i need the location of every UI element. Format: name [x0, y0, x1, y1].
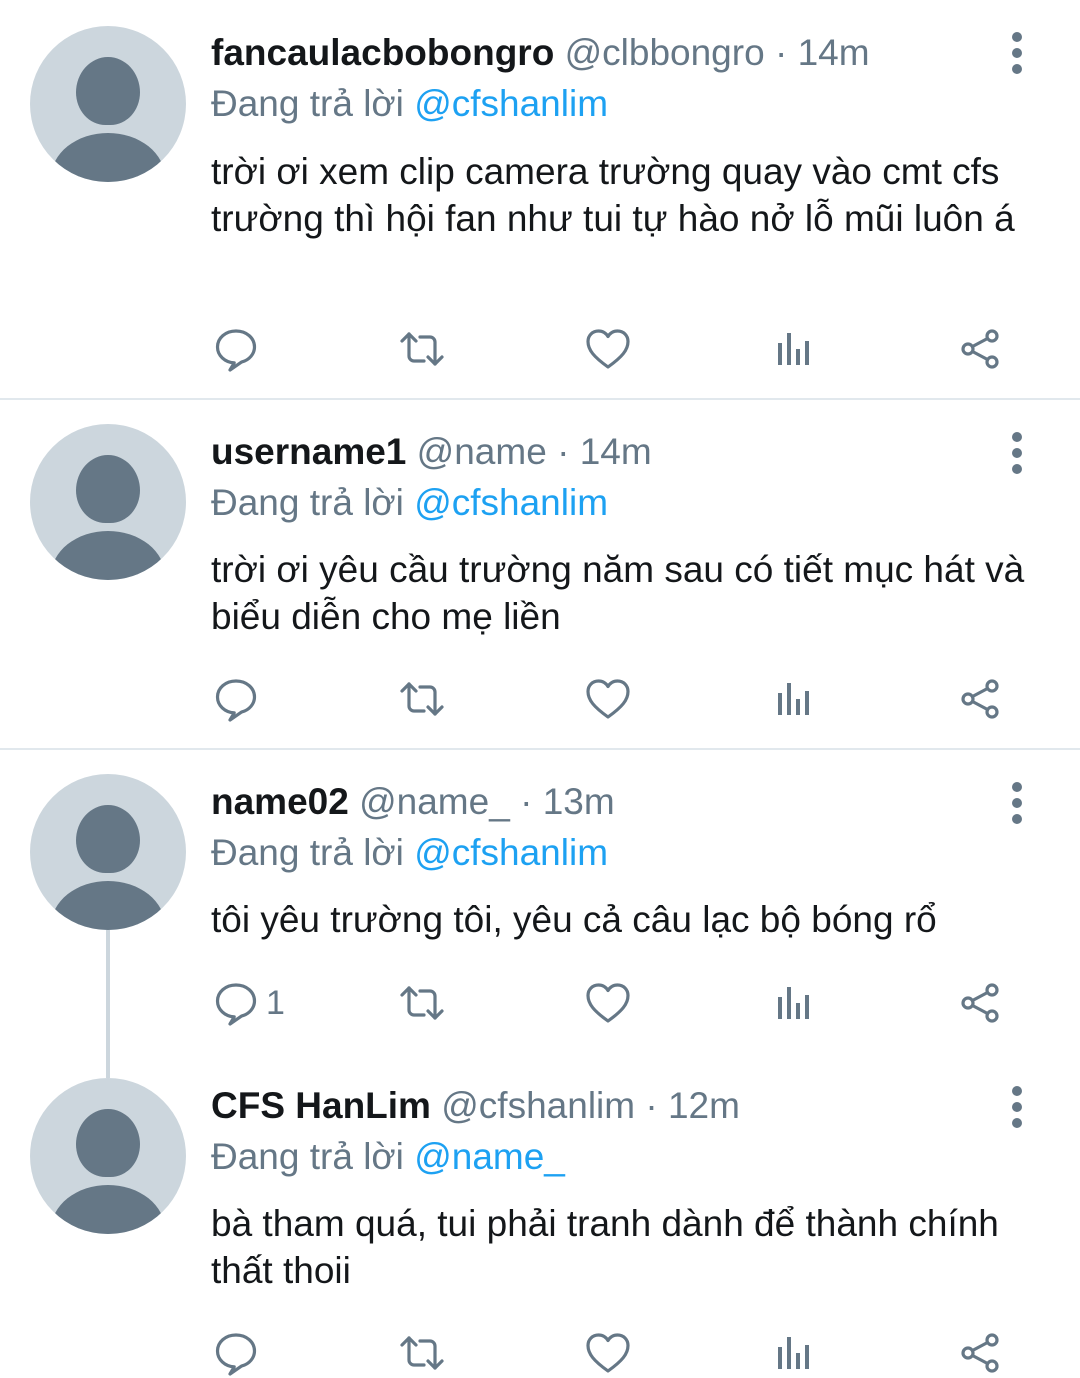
avatar[interactable]	[30, 774, 186, 930]
share-icon	[956, 675, 1004, 723]
like-button[interactable]	[584, 978, 632, 1028]
display-name[interactable]: fancaulacbobongro	[211, 32, 554, 73]
share-icon	[956, 1329, 1004, 1377]
retweet-button[interactable]	[398, 1328, 446, 1378]
reply-prefix: Đang trả lời	[211, 482, 404, 523]
like-icon	[584, 675, 632, 723]
reply-mention-link[interactable]: @cfshanlim	[414, 482, 608, 523]
default-avatar-icon	[76, 455, 140, 523]
share-button[interactable]	[956, 324, 1004, 374]
like-button[interactable]	[584, 674, 632, 724]
like-icon	[584, 325, 632, 373]
retweet-icon	[398, 325, 446, 373]
reply-prefix: Đang trả lời	[211, 832, 404, 873]
reply-icon	[212, 325, 260, 373]
like-button[interactable]	[584, 324, 632, 374]
reply-context: Đang trả lời @name_	[211, 1135, 565, 1179]
user-handle[interactable]: @name_	[359, 781, 510, 822]
analytics-button[interactable]	[770, 324, 818, 374]
user-handle[interactable]: @name	[417, 431, 547, 472]
retweet-icon	[398, 675, 446, 723]
tweet-actions	[0, 1328, 1080, 1378]
reply-button[interactable]: 1	[212, 978, 285, 1028]
reply-mention-link[interactable]: @cfshanlim	[414, 832, 608, 873]
tweet-text: trời ơi yêu cầu trường năm sau có tiết m…	[211, 549, 1025, 637]
retweet-button[interactable]	[398, 674, 446, 724]
analytics-icon	[770, 675, 818, 723]
default-avatar-icon	[76, 1109, 140, 1177]
analytics-button[interactable]	[770, 1328, 818, 1378]
share-button[interactable]	[956, 674, 1004, 724]
reply-context: Đang trả lời @cfshanlim	[211, 831, 608, 875]
share-button[interactable]	[956, 1328, 1004, 1378]
share-icon	[956, 325, 1004, 373]
tweet[interactable]: name02 @name_ · 13m Đang trả lời @cfshan…	[0, 750, 1080, 1054]
display-name[interactable]: CFS HanLim	[211, 1085, 431, 1126]
tweet-header: name02 @name_ · 13m	[211, 781, 615, 822]
tweet-header: CFS HanLim @cfshanlim · 12m	[211, 1085, 740, 1126]
reply-button[interactable]	[212, 1328, 266, 1378]
reply-prefix: Đang trả lời	[211, 1136, 404, 1177]
reply-icon	[212, 675, 260, 723]
reply-icon	[212, 979, 260, 1027]
more-icon[interactable]	[1004, 430, 1030, 476]
reply-mention-link[interactable]: @name_	[414, 1136, 565, 1177]
tweet-text: bà tham quá, tui phải tranh dành để thàn…	[211, 1203, 999, 1291]
user-handle[interactable]: @clbbongro	[565, 32, 765, 73]
more-icon[interactable]	[1004, 30, 1030, 76]
timestamp[interactable]: 14m	[798, 32, 870, 73]
more-icon[interactable]	[1004, 780, 1030, 826]
tweet-header: fancaulacbobongro @clbbongro · 14m	[211, 32, 870, 73]
share-icon	[956, 979, 1004, 1027]
like-icon	[584, 1329, 632, 1377]
tweet-text: trời ơi xem clip camera trường quay vào …	[211, 151, 1015, 239]
tweet-actions	[0, 324, 1080, 374]
reply-mention-link[interactable]: @cfshanlim	[414, 83, 608, 124]
tweet-actions	[0, 674, 1080, 724]
reply-icon	[212, 1329, 260, 1377]
avatar[interactable]	[30, 1078, 186, 1234]
retweet-button[interactable]	[398, 978, 446, 1028]
tweet[interactable]: username1 @name · 14m Đang trả lời @cfsh…	[0, 400, 1080, 748]
retweet-button[interactable]	[398, 324, 446, 374]
timestamp[interactable]: 14m	[580, 431, 652, 472]
tweet[interactable]: fancaulacbobongro @clbbongro · 14m Đang …	[0, 0, 1080, 398]
avatar[interactable]	[30, 26, 186, 182]
share-button[interactable]	[956, 978, 1004, 1028]
analytics-button[interactable]	[770, 674, 818, 724]
retweet-icon	[398, 1329, 446, 1377]
timestamp[interactable]: 12m	[668, 1085, 740, 1126]
display-name[interactable]: username1	[211, 431, 406, 472]
default-avatar-icon	[76, 57, 140, 125]
tweet-actions: 1	[0, 978, 1080, 1028]
retweet-icon	[398, 979, 446, 1027]
reply-button[interactable]	[212, 674, 266, 724]
tweet[interactable]: CFS HanLim @cfshanlim · 12m Đang trả lời…	[0, 1054, 1080, 1377]
analytics-icon	[770, 1329, 818, 1377]
tweet-text: tôi yêu trường tôi, yêu cả câu lạc bộ bó…	[211, 899, 937, 940]
reply-context: Đang trả lời @cfshanlim	[211, 82, 608, 126]
timestamp[interactable]: 13m	[543, 781, 615, 822]
reply-prefix: Đang trả lời	[211, 83, 404, 124]
reply-context: Đang trả lời @cfshanlim	[211, 481, 608, 525]
like-button[interactable]	[584, 1328, 632, 1378]
avatar[interactable]	[30, 424, 186, 580]
display-name[interactable]: name02	[211, 781, 349, 822]
reply-button[interactable]	[212, 324, 266, 374]
reply-count: 1	[266, 983, 285, 1022]
default-avatar-icon	[76, 805, 140, 873]
analytics-icon	[770, 979, 818, 1027]
user-handle[interactable]: @cfshanlim	[441, 1085, 635, 1126]
tweet-header: username1 @name · 14m	[211, 431, 652, 472]
like-icon	[584, 979, 632, 1027]
analytics-button[interactable]	[770, 978, 818, 1028]
more-icon[interactable]	[1004, 1084, 1030, 1130]
analytics-icon	[770, 325, 818, 373]
